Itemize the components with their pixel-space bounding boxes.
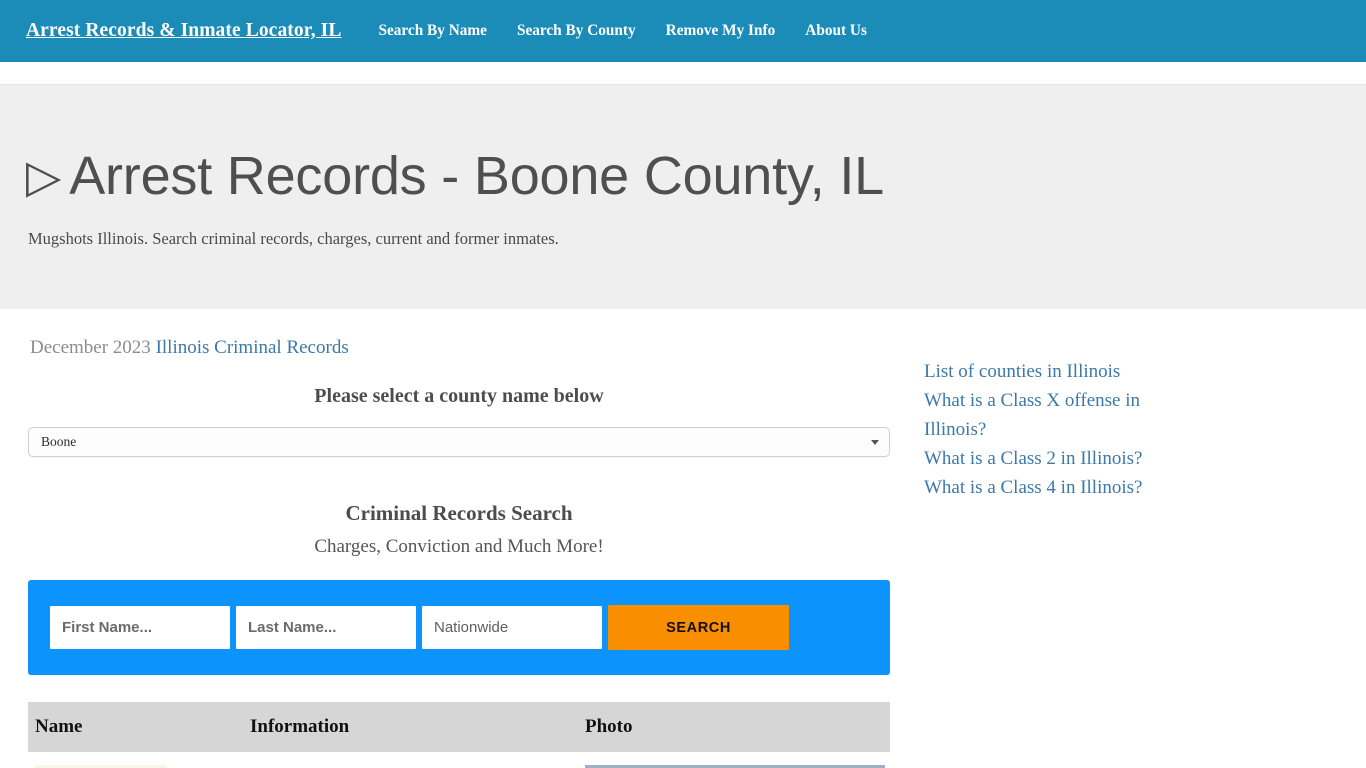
illinois-criminal-records-link[interactable]: Illinois Criminal Records — [156, 337, 349, 358]
page-title-text: Arrest Records - Boone County, IL — [69, 145, 884, 206]
chevron-down-icon — [871, 439, 879, 445]
sidebar-item-class-2[interactable]: What is a Class 2 in Illinois? — [924, 448, 1142, 469]
table-head: Name Information Photo — [28, 702, 890, 753]
list-item: List of counties in Illinois — [924, 357, 1194, 386]
cell-photo — [578, 753, 890, 768]
criminal-records-search-subheading: Charges, Conviction and Much More! — [314, 536, 604, 557]
table-row[interactable]: Dylan ABBOTT Sentence Date: February 17,… — [28, 753, 890, 768]
hero-subtitle: Mugshots Illinois. Search criminal recor… — [28, 229, 559, 249]
arrest-records-table: Name Information Photo Dylan ABBOTT Sent… — [28, 702, 890, 768]
list-item: What is a Class 4 in Illinois? — [924, 473, 1194, 502]
column-header-photo: Photo — [578, 702, 890, 753]
page-body: December 2023 Illinois Criminal Records … — [0, 309, 1366, 768]
list-item: What is a Class 2 in Illinois? — [924, 444, 1194, 473]
sidebar: List of counties in Illinois What is a C… — [920, 309, 1366, 768]
column-header-information: Information — [243, 702, 578, 753]
nav-link-search-by-name[interactable]: Search By Name — [378, 22, 501, 40]
date-and-records-link: December 2023 Illinois Criminal Records — [30, 337, 920, 359]
main-navigation: Search By Name Search By County Remove M… — [378, 22, 881, 40]
first-name-input[interactable] — [50, 606, 230, 649]
last-name-input[interactable] — [236, 606, 416, 649]
sidebar-item-class-x-offense[interactable]: What is a Class X offense in Illinois? — [924, 390, 1140, 440]
criminal-records-search-heading: Criminal Records Search — [345, 501, 573, 525]
hero-banner: ▷ Arrest Records - Boone County, IL Mugsh… — [0, 84, 1366, 309]
sidebar-item-list-of-counties[interactable]: List of counties in Illinois — [924, 361, 1120, 382]
table-header-row: Name Information Photo — [28, 702, 890, 753]
top-navbar: Arrest Records & Inmate Locator, IL Sear… — [0, 0, 1366, 62]
page-title: ▷ Arrest Records - Boone County, IL — [26, 145, 1340, 207]
nav-link-about-us[interactable]: About Us — [790, 22, 882, 40]
sidebar-link-list: List of counties in Illinois What is a C… — [924, 357, 1194, 502]
location-input[interactable] — [422, 606, 602, 649]
nav-link-remove-my-info[interactable]: Remove My Info — [651, 22, 791, 40]
criminal-records-search-widget: SEARCH — [28, 580, 890, 675]
navbar-hero-gap — [0, 62, 1366, 84]
cell-name: Dylan ABBOTT — [28, 753, 243, 768]
cell-information: Sentence Date: February 17, 2016 — [243, 753, 578, 768]
county-select[interactable]: Boone — [28, 427, 890, 457]
column-header-name: Name — [28, 702, 243, 753]
play-triangle-icon: ▷ — [26, 148, 62, 203]
list-item: What is a Class X offense in Illinois? — [924, 386, 1194, 444]
nav-link-search-by-county[interactable]: Search By County — [502, 22, 651, 40]
site-brand-link[interactable]: Arrest Records & Inmate Locator, IL — [26, 20, 341, 42]
county-select-heading: Please select a county name below — [314, 385, 604, 407]
county-select-value: Boone — [41, 434, 77, 449]
table-body: Dylan ABBOTT Sentence Date: February 17,… — [28, 753, 890, 768]
sidebar-item-class-4[interactable]: What is a Class 4 in Illinois? — [924, 477, 1142, 498]
search-button[interactable]: SEARCH — [608, 605, 789, 650]
main-content: December 2023 Illinois Criminal Records … — [0, 309, 920, 768]
current-month-label: December 2023 — [30, 337, 151, 358]
